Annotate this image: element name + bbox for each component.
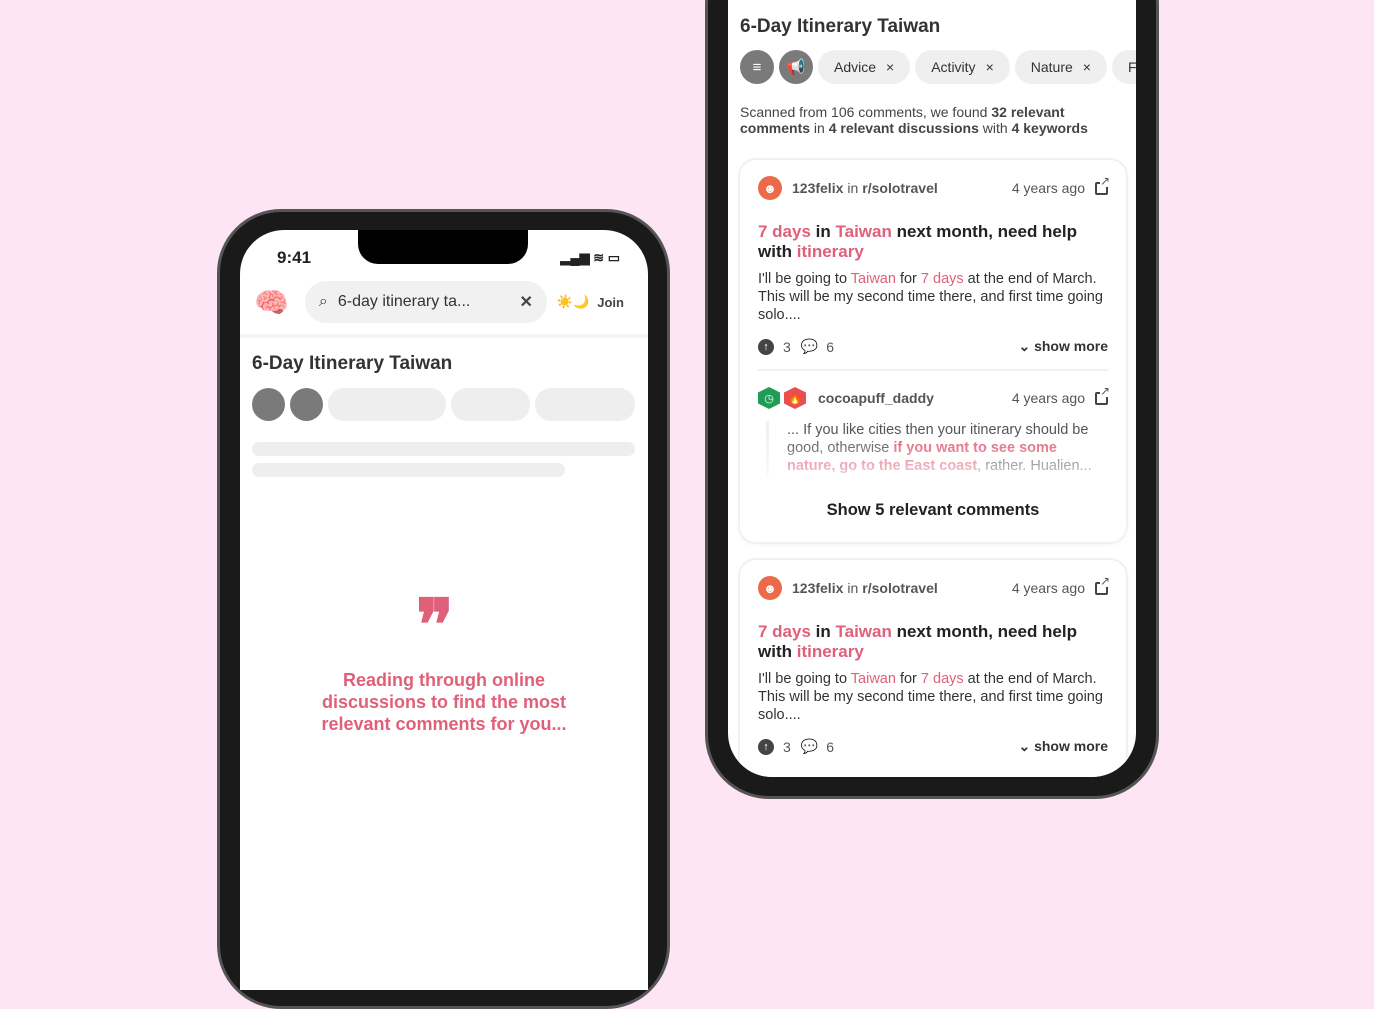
show-relevant-comments-button[interactable]: Show 5 relevant comments bbox=[758, 501, 1108, 520]
text-segment: in bbox=[810, 622, 836, 641]
card-meta: ☻ 123felix in r/solotravel 4 years ago bbox=[758, 574, 1111, 600]
moon-icon[interactable]: 🌙 bbox=[573, 294, 589, 310]
upvote-icon[interactable]: ↑ bbox=[758, 738, 774, 755]
brain-logo-icon[interactable]: 🧠 bbox=[254, 286, 289, 319]
app-header: 🧠 ⌕ 6-day itinerary ta... ✕ ☀️ 🌙 Join bbox=[254, 280, 644, 324]
card-meta: ☻ 123felix in r/solotravel 4 years ago bbox=[758, 174, 1111, 200]
discussion-card: ☻ 123felix in r/solotravel 4 years ago 7… bbox=[740, 560, 1126, 777]
text-segment: in bbox=[810, 222, 836, 241]
reply-username[interactable]: cocoapuff_daddy bbox=[818, 390, 934, 406]
external-link-icon[interactable] bbox=[1095, 384, 1111, 405]
search-value: 6-day itinerary ta... bbox=[337, 293, 471, 310]
skeleton-chip bbox=[535, 388, 635, 421]
keyword-highlight: 7 days bbox=[758, 222, 811, 241]
filter-icon[interactable]: ≡ bbox=[740, 50, 774, 84]
notch bbox=[358, 230, 528, 264]
reply-timestamp: 4 years ago bbox=[1011, 390, 1085, 406]
keyword-highlight: itinerary bbox=[796, 642, 864, 661]
skeleton-line bbox=[252, 463, 565, 477]
page-title: 6-Day Itinerary Taiwan bbox=[740, 16, 941, 37]
clear-icon[interactable]: ✕ bbox=[519, 292, 532, 312]
in-label: in bbox=[847, 180, 859, 196]
discussion-title[interactable]: 7 days in Taiwan next month, need help w… bbox=[758, 622, 1108, 662]
upvote-count: 3 bbox=[783, 738, 791, 755]
skeleton-chip bbox=[451, 388, 530, 421]
chip-nature[interactable]: Nature × bbox=[1014, 50, 1107, 84]
right-phone-screen: 6-Day Itinerary Taiwan ≡ 📢 Advice × Activ… bbox=[728, 0, 1136, 777]
status-time: 9:41 bbox=[277, 248, 312, 267]
clock-badge-icon: ◷ bbox=[758, 387, 780, 409]
username[interactable]: 123felix bbox=[792, 580, 843, 596]
skeleton-line bbox=[252, 442, 635, 456]
scan-summary: Scanned from 106 comments, we found 32 r… bbox=[740, 104, 1088, 136]
comment-icon: 💬 bbox=[800, 738, 819, 754]
card-stats: ↑ 3 💬 6 ⌄ show more bbox=[758, 338, 1108, 355]
comment-icon: 💬 bbox=[800, 338, 819, 354]
keyword-highlight: Taiwan bbox=[835, 622, 892, 641]
megaphone-icon[interactable]: 📢 bbox=[779, 50, 813, 84]
discussion-title[interactable]: 7 days in Taiwan next month, need help w… bbox=[758, 222, 1108, 262]
search-icon: ⌕ bbox=[318, 293, 328, 310]
upvote-count: 3 bbox=[783, 338, 791, 355]
page-title: 6-Day Itinerary Taiwan bbox=[252, 353, 453, 374]
timestamp: 4 years ago bbox=[1011, 580, 1085, 596]
left-phone-screen: 9:41 ▂▄▆ ≋ ▭ 🧠 ⌕ 6-day itinerary ta... ✕… bbox=[240, 230, 648, 990]
keyword-highlight: Taiwan bbox=[835, 222, 892, 241]
username[interactable]: 123felix bbox=[792, 180, 843, 196]
subreddit[interactable]: r/solotravel bbox=[862, 180, 937, 196]
timestamp: 4 years ago bbox=[1011, 180, 1085, 196]
upvote-icon[interactable]: ↑ bbox=[758, 338, 774, 355]
keyword-highlight: Taiwan bbox=[850, 671, 896, 687]
status-icons: ▂▄▆ ≋ ▭ bbox=[560, 250, 620, 265]
show-more-button[interactable]: ⌄ show more bbox=[1018, 738, 1108, 755]
text-segment: for bbox=[895, 671, 921, 687]
keyword-highlight: Taiwan bbox=[850, 271, 896, 287]
comment-count: 6 bbox=[826, 738, 835, 755]
skeleton-circle bbox=[290, 388, 323, 421]
chip-activity[interactable]: Activity × bbox=[915, 50, 1010, 84]
remove-icon: × bbox=[886, 59, 895, 75]
text-segment: I'll be going to bbox=[758, 671, 851, 687]
keyword-highlight: 7 days bbox=[920, 671, 964, 687]
header-divider bbox=[240, 334, 648, 338]
join-button[interactable]: Join bbox=[597, 295, 624, 310]
reddit-icon: ☻ bbox=[758, 176, 782, 200]
sun-icon[interactable]: ☀️ bbox=[557, 294, 573, 310]
reply-meta: ◷ 🔥 cocoapuff_daddy 4 years ago bbox=[758, 384, 1111, 409]
filter-bar: ≡ 📢 Advice × Activity × Nature × F bbox=[740, 50, 1136, 84]
in-label: in bbox=[847, 580, 859, 596]
external-link-icon[interactable] bbox=[1095, 574, 1111, 595]
reply-excerpt: ... If you like cities then your itinera… bbox=[766, 421, 1108, 475]
discussion-body: I'll be going to Taiwan for 7 days at th… bbox=[758, 270, 1108, 324]
chip-more[interactable]: F bbox=[1111, 50, 1136, 84]
search-input[interactable]: ⌕ 6-day itinerary ta... ✕ bbox=[304, 281, 547, 323]
loading-message: Reading through online discussions to fi… bbox=[321, 670, 567, 734]
quote-icon: ❞ bbox=[416, 583, 454, 666]
text-segment: for bbox=[895, 271, 921, 287]
subreddit[interactable]: r/solotravel bbox=[862, 580, 937, 596]
card-stats: ↑ 3 💬 6 ⌄ show more bbox=[758, 738, 1108, 755]
discussion-card: ☻ 123felix in r/solotravel 4 years ago 7… bbox=[740, 160, 1126, 542]
keyword-highlight: itinerary bbox=[796, 242, 864, 261]
text-segment: I'll be going to bbox=[758, 271, 851, 287]
remove-icon: × bbox=[985, 59, 994, 75]
chip-advice[interactable]: Advice × bbox=[818, 50, 911, 84]
keyword-highlight: 7 days bbox=[920, 271, 964, 287]
show-more-button[interactable]: ⌄ show more bbox=[1018, 338, 1108, 355]
remove-icon: × bbox=[1082, 59, 1091, 75]
discussion-body: I'll be going to Taiwan for 7 days at th… bbox=[758, 670, 1108, 724]
fire-badge-icon: 🔥 bbox=[784, 387, 806, 409]
reddit-icon: ☻ bbox=[758, 576, 782, 600]
external-link-icon[interactable] bbox=[1095, 174, 1111, 195]
comment-count: 6 bbox=[826, 338, 835, 355]
skeleton-circle bbox=[252, 388, 285, 421]
keyword-highlight: 7 days bbox=[758, 622, 811, 641]
skeleton-chip bbox=[328, 388, 446, 421]
